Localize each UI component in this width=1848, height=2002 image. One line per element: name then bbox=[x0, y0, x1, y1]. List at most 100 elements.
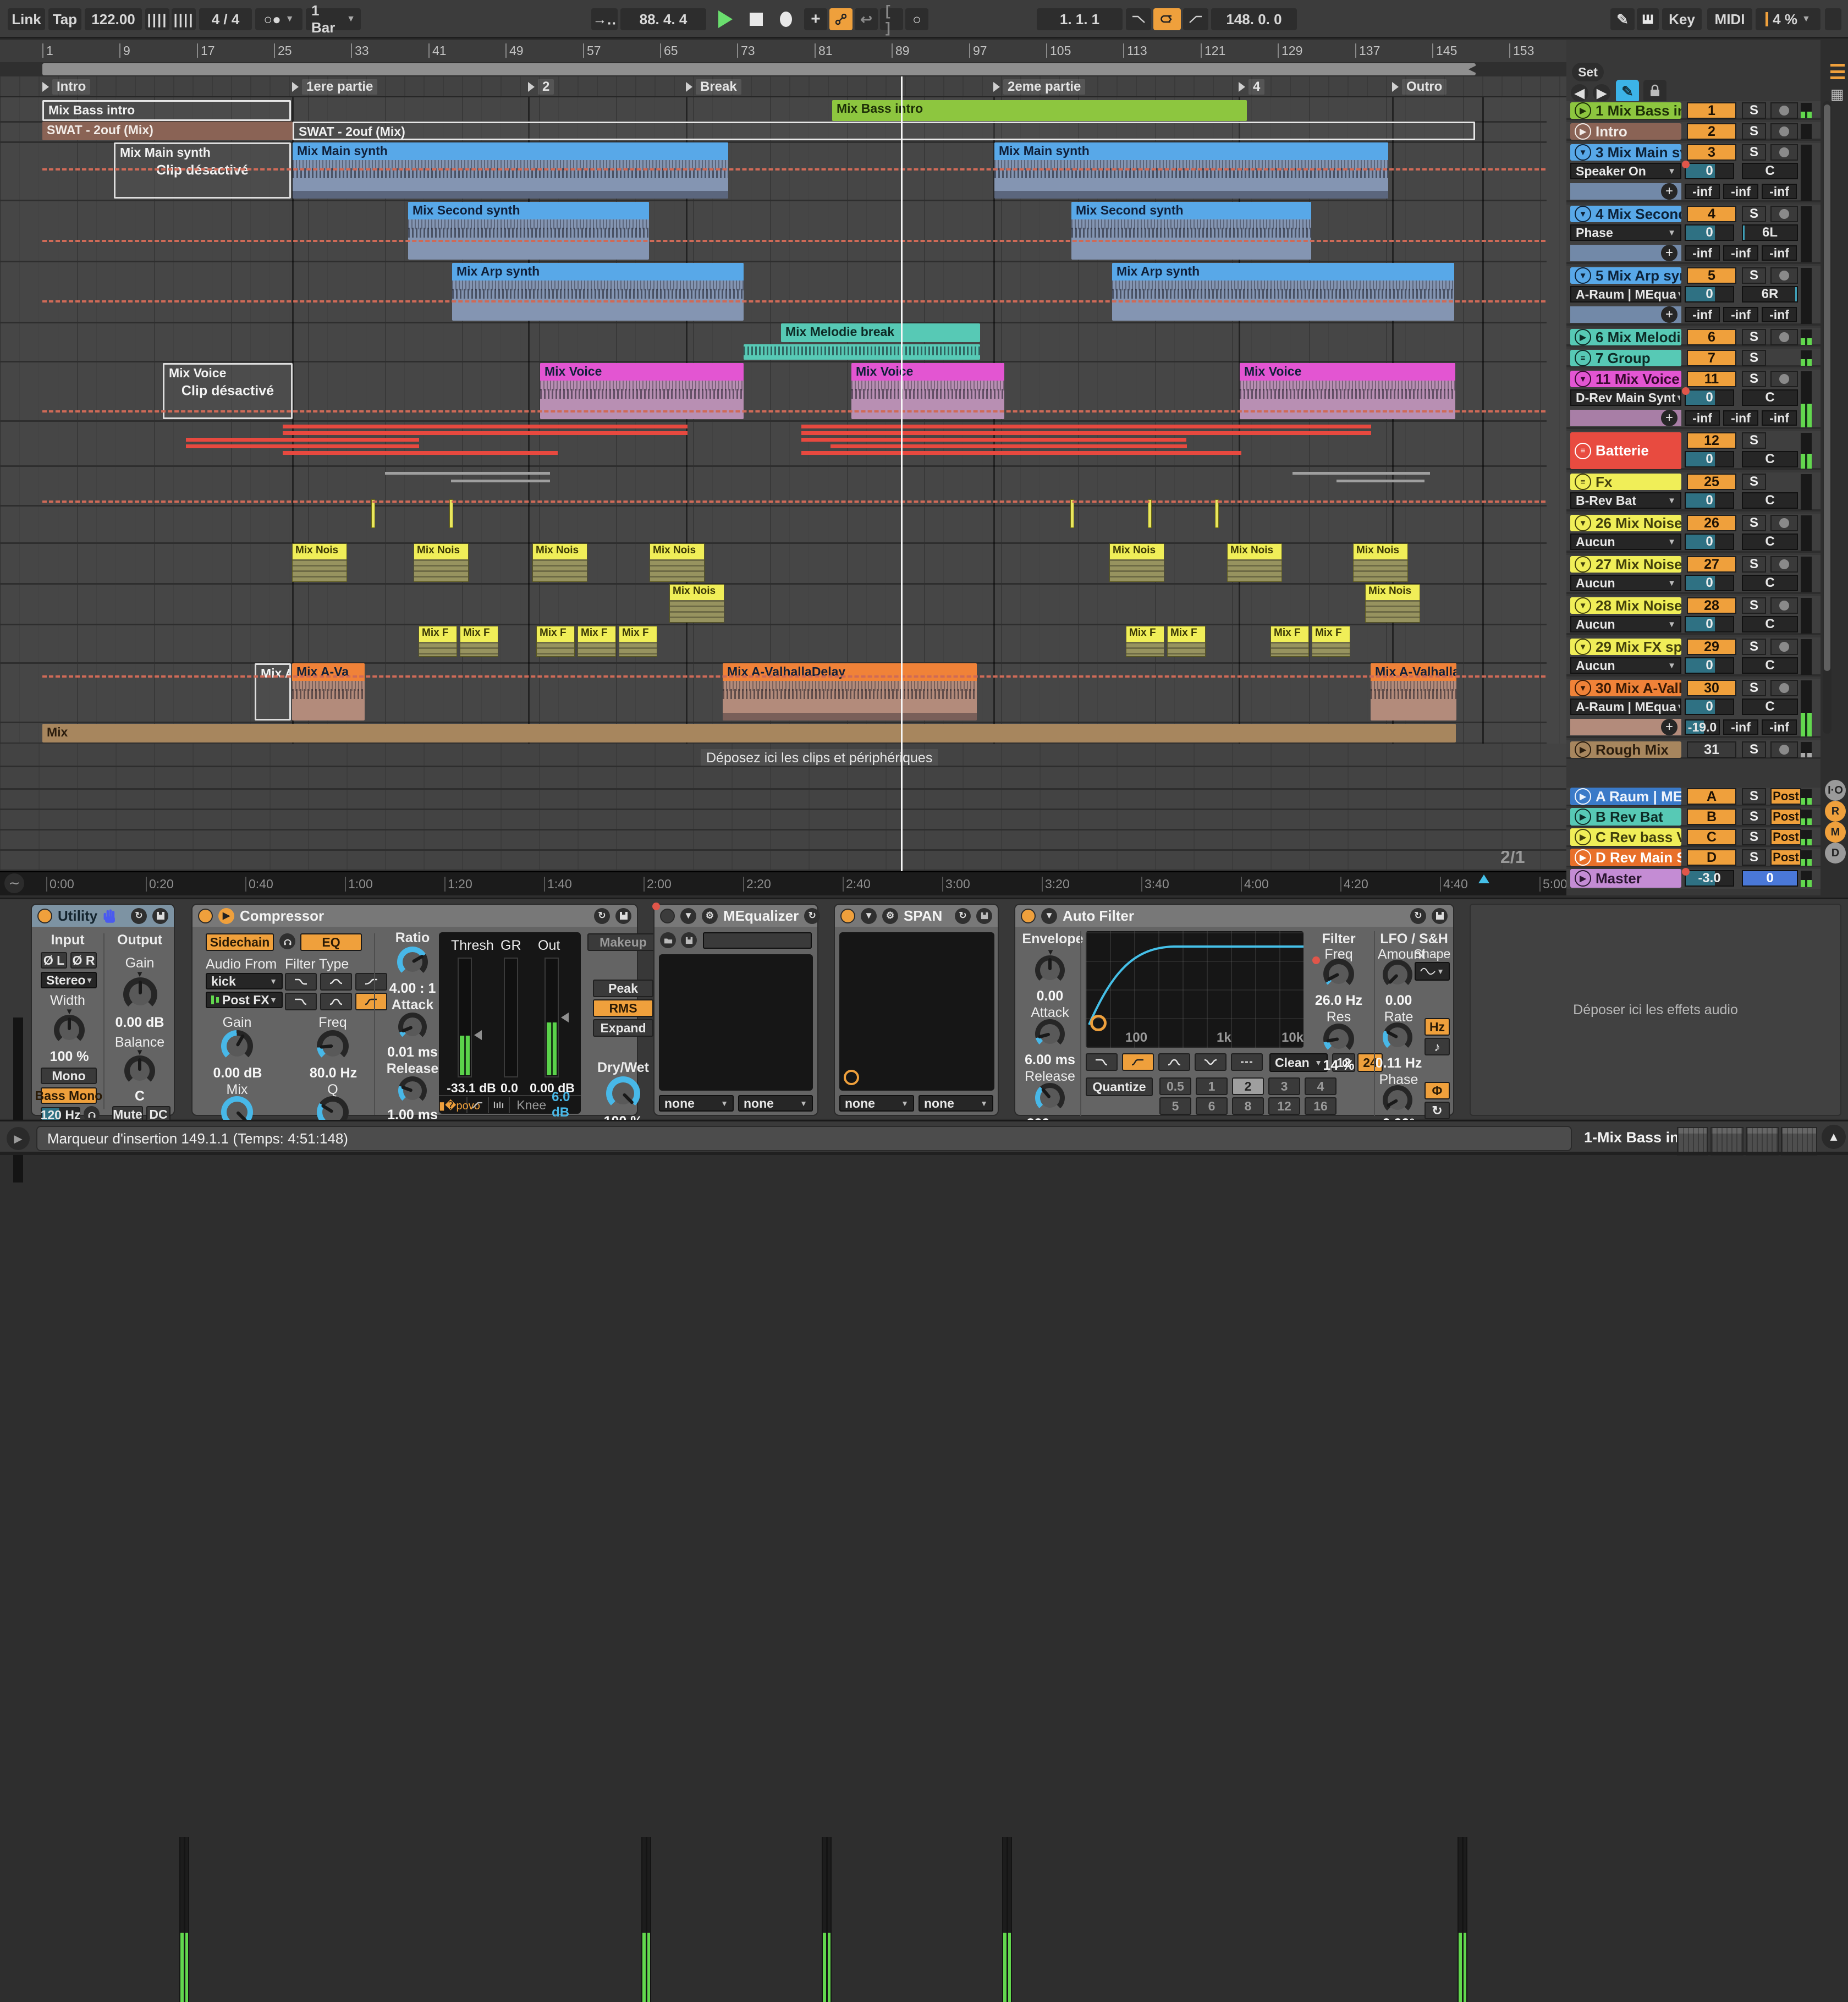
pan-control[interactable]: C bbox=[1742, 389, 1798, 406]
volume-slider[interactable]: 0 bbox=[1685, 534, 1734, 550]
filter-type-bandpass-button[interactable] bbox=[1158, 1053, 1190, 1071]
clip[interactable]: Mix A-ValhallaDelay bbox=[723, 663, 977, 721]
arrangement-marker[interactable]: Intro bbox=[42, 78, 90, 96]
add-send-button[interactable]: + bbox=[1661, 183, 1678, 200]
makeup-button[interactable]: Makeup bbox=[587, 933, 659, 951]
loop-brace[interactable] bbox=[42, 63, 1476, 75]
clip[interactable]: Mix Bass intro bbox=[42, 100, 291, 121]
link-button[interactable]: Link bbox=[8, 8, 45, 30]
release-knob[interactable] bbox=[398, 1076, 427, 1105]
play-icon[interactable]: ▶ bbox=[1575, 829, 1591, 845]
rms-button[interactable]: RMS bbox=[593, 999, 653, 1017]
output-routing-select[interactable]: Aucun▼ bbox=[1570, 616, 1681, 632]
pan-control[interactable]: C bbox=[1742, 163, 1798, 179]
ruler-bar-label[interactable]: 97 bbox=[969, 43, 987, 58]
phase-mode-button[interactable]: Φ bbox=[1425, 1082, 1450, 1099]
record-arm-button[interactable] bbox=[1770, 371, 1798, 387]
pan-control[interactable]: C bbox=[1742, 492, 1798, 509]
solo-button[interactable]: S bbox=[1742, 206, 1766, 222]
output-routing-select[interactable]: A-Raum | MEqua▼ bbox=[1570, 698, 1681, 715]
device-activator[interactable] bbox=[198, 909, 213, 923]
res-knob[interactable] bbox=[1323, 1024, 1354, 1054]
clip[interactable]: Mix F bbox=[578, 626, 616, 657]
drum-clip-strip[interactable] bbox=[283, 425, 688, 428]
hot-swap-button[interactable]: ↻ bbox=[1410, 908, 1426, 924]
mixer-section-toggle-r[interactable]: R bbox=[1825, 801, 1846, 822]
track-header[interactable]: ▶1 Mix Bass intro1S bbox=[1566, 101, 1821, 120]
track-number-chip[interactable]: 4 bbox=[1687, 206, 1736, 222]
track-number-chip[interactable]: 30 bbox=[1687, 680, 1736, 696]
record-arm-button[interactable] bbox=[1770, 639, 1798, 655]
phase-right-button[interactable]: Ø R bbox=[70, 952, 97, 969]
fold-icon[interactable]: ▼ bbox=[1575, 515, 1591, 531]
save-preset-button[interactable] bbox=[976, 908, 992, 924]
send-level[interactable]: -inf bbox=[1762, 719, 1797, 735]
post-button[interactable]: Post bbox=[1770, 809, 1801, 825]
ruler-bar-label[interactable]: 33 bbox=[351, 43, 369, 58]
send-level[interactable]: -inf bbox=[1723, 410, 1758, 426]
track-name-cell[interactable]: ▶Rough Mix bbox=[1570, 741, 1681, 758]
output-routing-select[interactable]: Aucun▼ bbox=[1570, 657, 1681, 674]
fx-clip-tick[interactable] bbox=[1070, 499, 1074, 528]
return-track-header[interactable]: ▶B Rev BatBSPost bbox=[1566, 808, 1821, 827]
track-number-chip[interactable]: 25 bbox=[1687, 474, 1736, 490]
output-routing-select[interactable]: Aucun▼ bbox=[1570, 534, 1681, 550]
clip[interactable]: Mix F bbox=[1126, 626, 1164, 657]
device-auto-filter[interactable]: ▼Auto Filter ↻ Envelope ▼ 0.00 Attack 6.… bbox=[1014, 904, 1454, 1116]
filter-display[interactable]: 100 1k 10k bbox=[1086, 931, 1304, 1048]
loop-length-field[interactable]: 148. 0. 0 bbox=[1211, 8, 1297, 30]
mixer-section-toggle-d[interactable]: D bbox=[1825, 843, 1846, 864]
playhead[interactable] bbox=[901, 76, 903, 871]
add-send-button[interactable]: + bbox=[1661, 245, 1678, 261]
device-activator[interactable] bbox=[840, 909, 855, 923]
solo-button[interactable]: S bbox=[1742, 829, 1766, 845]
solo-button[interactable]: S bbox=[1742, 849, 1766, 866]
quantize-6[interactable]: 6 bbox=[1196, 1097, 1228, 1115]
filter-type-lowshelf-button[interactable] bbox=[285, 973, 317, 991]
activity-view-button[interactable]: ▮�povo bbox=[439, 1097, 468, 1113]
set-marker-button[interactable]: Set bbox=[1572, 63, 1604, 81]
attack-knob[interactable] bbox=[398, 1013, 427, 1041]
ruler-bar-label[interactable]: 1 bbox=[42, 43, 53, 58]
track-number-chip[interactable]: 6 bbox=[1687, 329, 1736, 345]
clip[interactable]: Mix F bbox=[536, 626, 575, 657]
clip[interactable]: Mix A-ValhallaD bbox=[1371, 663, 1456, 721]
track-header[interactable]: ≡7 Group7S bbox=[1566, 349, 1821, 367]
draw-automation-button[interactable]: ✎ bbox=[1616, 80, 1639, 103]
group-icon[interactable]: ≡ bbox=[1575, 443, 1591, 459]
arrangement-marker[interactable]: Outro bbox=[1392, 78, 1447, 96]
fold-icon[interactable]: ▼ bbox=[1575, 371, 1591, 387]
overload-indicator[interactable] bbox=[1825, 8, 1841, 30]
quantize-12[interactable]: 12 bbox=[1268, 1097, 1300, 1115]
clip-waveform-strip[interactable] bbox=[744, 344, 980, 360]
drum-clip-strip[interactable] bbox=[801, 438, 1186, 442]
track-header[interactable]: ▼5 Mix Arp synth5SA-Raum | MEqua▼06R+-in… bbox=[1566, 266, 1821, 326]
tap-point-select[interactable]: Post FX▼ bbox=[206, 992, 283, 1008]
output-routing-select[interactable]: Aucun▼ bbox=[1570, 575, 1681, 591]
play-icon[interactable]: ▶ bbox=[1575, 870, 1591, 887]
time-ruler[interactable]: 0:000:200:401:001:201:402:002:202:403:00… bbox=[0, 871, 1566, 895]
track-name-cell[interactable]: ▶6 Mix Melodie br bbox=[1570, 329, 1681, 345]
track-number-chip[interactable]: 3 bbox=[1687, 144, 1736, 161]
clip[interactable]: Mix F bbox=[1312, 626, 1350, 657]
track-header[interactable]: ▼26 Mix Noise up26SAucun▼0C bbox=[1566, 514, 1821, 553]
solo-button[interactable]: S bbox=[1742, 371, 1766, 387]
plugin-panel[interactable] bbox=[839, 932, 994, 1091]
play-icon[interactable]: ▶ bbox=[1575, 102, 1591, 119]
computer-midi-keyboard-button[interactable] bbox=[1637, 8, 1659, 30]
clip[interactable]: Mix F bbox=[460, 626, 498, 657]
param-a-select[interactable]: none▼ bbox=[659, 1095, 734, 1112]
track-name-cell[interactable]: ▼28 Mix Noise tr bbox=[1570, 597, 1681, 614]
drum-clip-strip[interactable] bbox=[186, 444, 419, 448]
filter-handle[interactable] bbox=[1090, 1015, 1107, 1031]
loop-start-field[interactable]: 1. 1. 1 bbox=[1037, 8, 1123, 30]
mixer-section-toggle-m[interactable]: M bbox=[1825, 822, 1846, 843]
drum-clip-strip[interactable] bbox=[186, 438, 419, 442]
lfo-rate-knob[interactable] bbox=[1383, 1022, 1412, 1052]
track-name-cell[interactable]: ▶Intro bbox=[1570, 123, 1681, 140]
send-level[interactable]: -inf bbox=[1685, 410, 1720, 426]
volume-slider[interactable]: 0 bbox=[1685, 286, 1734, 302]
post-button[interactable]: Post bbox=[1770, 829, 1801, 845]
track-header[interactable]: ▶Intro2S bbox=[1566, 122, 1821, 141]
device-span[interactable]: ▼⚙SPAN↻ none▼ none▼ bbox=[834, 904, 999, 1116]
